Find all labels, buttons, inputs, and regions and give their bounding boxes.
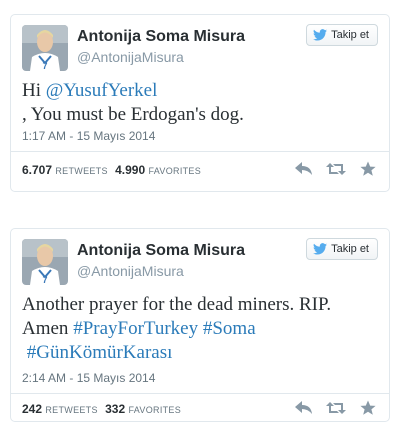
retweet-icon[interactable] [326,160,346,178]
favorite-count-label: FAVORITES [148,166,202,176]
tweet-text-amen: Amen [22,318,74,339]
tweet-timestamp[interactable]: 1:17 AM - 15 Mayıs 2014 [22,129,155,143]
retweet-count[interactable]: 242 [22,402,42,416]
mention-link[interactable]: @YusufYerkel [46,80,158,101]
tweet-actions [294,399,378,417]
avatar[interactable]: 7 [22,25,68,71]
retweet-count-label: RETWEETS [45,405,98,415]
retweet-count[interactable]: 6.707 [22,163,52,177]
favorite-count-label: FAVORITES [128,405,182,415]
author-handle[interactable]: @AntonijaMisura [77,49,184,65]
twitter-bird-icon [313,29,328,41]
divider [11,393,389,394]
avatar-image: 7 [22,25,68,71]
hashtag-link[interactable]: #PrayForTurkey [73,318,198,339]
reply-icon[interactable] [294,160,314,178]
svg-text:7: 7 [42,61,47,71]
twitter-bird-icon [313,243,328,255]
retweet-count-label: RETWEETS [55,166,108,176]
follow-button-label: Takip et [331,29,369,41]
retweet-icon[interactable] [326,399,346,417]
tweet-stats: 242 RETWEETS 332 FAVORITES [22,402,185,416]
favorite-star-icon[interactable] [358,160,378,178]
author-name[interactable]: Antonija Soma Misura [77,28,245,46]
tweet-text: Hi @YusufYerkel , You must be Erdogan's … [22,79,378,127]
tweet-timestamp[interactable]: 2:14 AM - 15 Mayıs 2014 [22,371,155,385]
hashtag-link[interactable]: #Soma [203,318,256,339]
avatar-image: 7 [22,239,68,285]
follow-button[interactable]: Takip et [306,24,378,46]
favorite-star-icon[interactable] [358,399,378,417]
tweet-stats: 6.707 RETWEETS 4.990 FAVORITES [22,163,205,177]
follow-button-label: Takip et [331,243,369,255]
follow-button[interactable]: Takip et [306,238,378,260]
hashtag-link[interactable]: #GünKömürKarası [27,342,173,363]
favorite-count[interactable]: 332 [105,402,125,416]
author-handle[interactable]: @AntonijaMisura [77,263,184,279]
svg-text:7: 7 [42,275,47,285]
tweet-text: Another prayer for the dead miners. RIP.… [22,293,378,365]
tweet-actions [294,160,378,178]
tweet-text-line1: Another prayer for the dead miners. RIP. [22,294,332,315]
reply-icon[interactable] [294,399,314,417]
avatar[interactable]: 7 [22,239,68,285]
tweet-card: 7 Antonija Soma Misura @AntonijaMisura T… [10,228,390,422]
tweet-text-body: , You must be Erdogan's dog. [22,104,244,125]
tweet-card: 7 Antonija Soma Misura @AntonijaMisura T… [10,14,390,192]
tweet-text-greeting: Hi [22,80,46,101]
author-name[interactable]: Antonija Soma Misura [77,242,245,260]
favorite-count[interactable]: 4.990 [115,163,145,177]
divider [11,151,389,152]
